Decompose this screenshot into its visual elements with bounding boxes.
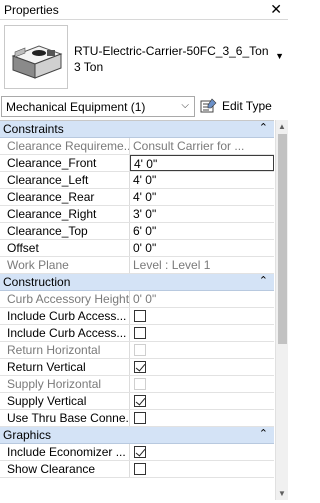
param-name: Supply Horizontal [0, 376, 130, 392]
param-name: Curb Accessory Height [0, 291, 130, 307]
param-row-clearance-right[interactable]: Clearance_Right 3' 0" [0, 206, 274, 223]
param-name: Clearance_Front [0, 155, 130, 171]
category-filter-value: Mechanical Equipment (1) [6, 100, 146, 114]
category-filter-dropdown[interactable]: Mechanical Equipment (1) ⌵ [1, 96, 195, 117]
type-size: 3 Ton [74, 60, 104, 74]
param-row-supply-vertical[interactable]: Supply Vertical [0, 393, 274, 410]
return-horizontal-checkbox [134, 344, 146, 356]
param-row-supply-horizontal[interactable]: Supply Horizontal [0, 376, 274, 393]
param-row-clearance-front[interactable]: Clearance_Front 4' 0" [0, 155, 274, 172]
edit-type-icon [200, 98, 217, 113]
panel-titlebar: Properties ✕ [0, 0, 288, 20]
param-name: Offset [0, 240, 130, 256]
supply-horizontal-checkbox [134, 378, 146, 390]
supply-vertical-checkbox[interactable] [134, 395, 146, 407]
param-row-curb-accessory-height[interactable]: Curb Accessory Height 0' 0" [0, 291, 274, 308]
scroll-up-arrow-icon[interactable]: ▲ [278, 122, 286, 131]
param-name: Supply Vertical [0, 393, 130, 409]
collapse-icon[interactable]: ⌃ [259, 121, 268, 134]
param-row-return-vertical[interactable]: Return Vertical [0, 359, 274, 376]
param-row-return-horizontal[interactable]: Return Horizontal [0, 342, 274, 359]
param-row-use-thru-base[interactable]: Use Thru Base Conne... [0, 410, 274, 427]
clearance-front-input[interactable]: 4' 0" [130, 155, 274, 171]
param-row-clearance-rear[interactable]: Clearance_Rear 4' 0" [0, 189, 274, 206]
param-row-clearance-requirements[interactable]: Clearance Requireme... Consult Carrier f… [0, 138, 274, 155]
param-row-show-clearance[interactable]: Show Clearance [0, 461, 274, 478]
param-name: Clearance Requireme... [0, 138, 130, 154]
param-name: Return Vertical [0, 359, 130, 375]
edit-type-label: Edit Type [222, 99, 272, 113]
section-constraints[interactable]: Constraints ⌃ [0, 121, 274, 138]
type-dropdown-arrow-icon[interactable]: ▼ [275, 51, 284, 61]
include-curb-accessory-checkbox-2[interactable] [134, 327, 146, 339]
return-vertical-checkbox[interactable] [134, 361, 146, 373]
scrollbar-thumb[interactable] [278, 134, 287, 344]
param-name: Clearance_Right [0, 206, 130, 222]
param-value[interactable]: 4' 0" [130, 172, 274, 188]
param-value: Level : Level 1 [133, 258, 211, 272]
family-thumbnail-image [4, 25, 68, 89]
filter-row: Mechanical Equipment (1) ⌵ Edit Type [0, 95, 288, 119]
param-row-clearance-top[interactable]: Clearance_Top 6' 0" [0, 223, 274, 240]
scroll-down-arrow-icon[interactable]: ▼ [278, 489, 286, 498]
section-title: Constraints [3, 122, 64, 136]
param-name: Include Curb Access... [0, 325, 130, 341]
param-name: Show Clearance [0, 461, 130, 477]
collapse-icon[interactable]: ⌃ [259, 427, 268, 440]
show-clearance-checkbox[interactable] [134, 463, 146, 475]
param-name: Include Curb Access... [0, 308, 130, 324]
type-name: RTU-Electric-Carrier-50FC_3_6_Ton 3 Ton [74, 43, 269, 75]
vertical-scrollbar[interactable]: ▲ ▼ [275, 120, 288, 500]
param-value[interactable]: 0' 0" [130, 240, 274, 256]
param-name: Return Horizontal [0, 342, 130, 358]
family-name: RTU-Electric-Carrier-50FC_3_6_Ton [74, 44, 269, 58]
param-name: Use Thru Base Conne... [0, 410, 130, 426]
use-thru-base-checkbox[interactable] [134, 412, 146, 424]
param-name: Clearance_Left [0, 172, 130, 188]
param-name: Include Economizer ... [0, 444, 130, 460]
section-title: Graphics [3, 428, 52, 442]
param-row-include-curb-accessory-2[interactable]: Include Curb Access... [0, 325, 274, 342]
param-row-include-economizer[interactable]: Include Economizer ... [0, 444, 274, 461]
type-selector[interactable]: RTU-Electric-Carrier-50FC_3_6_Ton 3 Ton … [0, 21, 288, 93]
section-construction[interactable]: Construction ⌃ [0, 274, 274, 291]
include-economizer-checkbox[interactable] [134, 446, 146, 458]
collapse-icon[interactable]: ⌃ [259, 274, 268, 287]
param-value: Consult Carrier for ... [133, 139, 245, 153]
properties-grid: Constraints ⌃ Clearance Requireme... Con… [0, 120, 274, 500]
close-icon[interactable]: ✕ [270, 1, 282, 18]
param-row-offset[interactable]: Offset 0' 0" [0, 240, 274, 257]
param-row-include-curb-accessory-1[interactable]: Include Curb Access... [0, 308, 274, 325]
include-curb-accessory-checkbox-1[interactable] [134, 310, 146, 322]
param-row-work-plane[interactable]: Work Plane Level : Level 1 [0, 257, 274, 274]
section-title: Construction [3, 275, 71, 289]
param-value[interactable]: 3' 0" [130, 206, 274, 222]
param-value: 0' 0" [133, 292, 157, 306]
param-name: Work Plane [0, 257, 130, 273]
param-value[interactable]: 6' 0" [130, 223, 274, 239]
param-name: Clearance_Rear [0, 189, 130, 205]
param-value[interactable]: 4' 0" [130, 189, 274, 205]
param-name: Clearance_Top [0, 223, 130, 239]
panel-title: Properties [4, 3, 59, 17]
section-graphics[interactable]: Graphics ⌃ [0, 427, 274, 444]
chevron-down-icon: ⌵ [181, 100, 189, 111]
param-row-clearance-left[interactable]: Clearance_Left 4' 0" [0, 172, 274, 189]
